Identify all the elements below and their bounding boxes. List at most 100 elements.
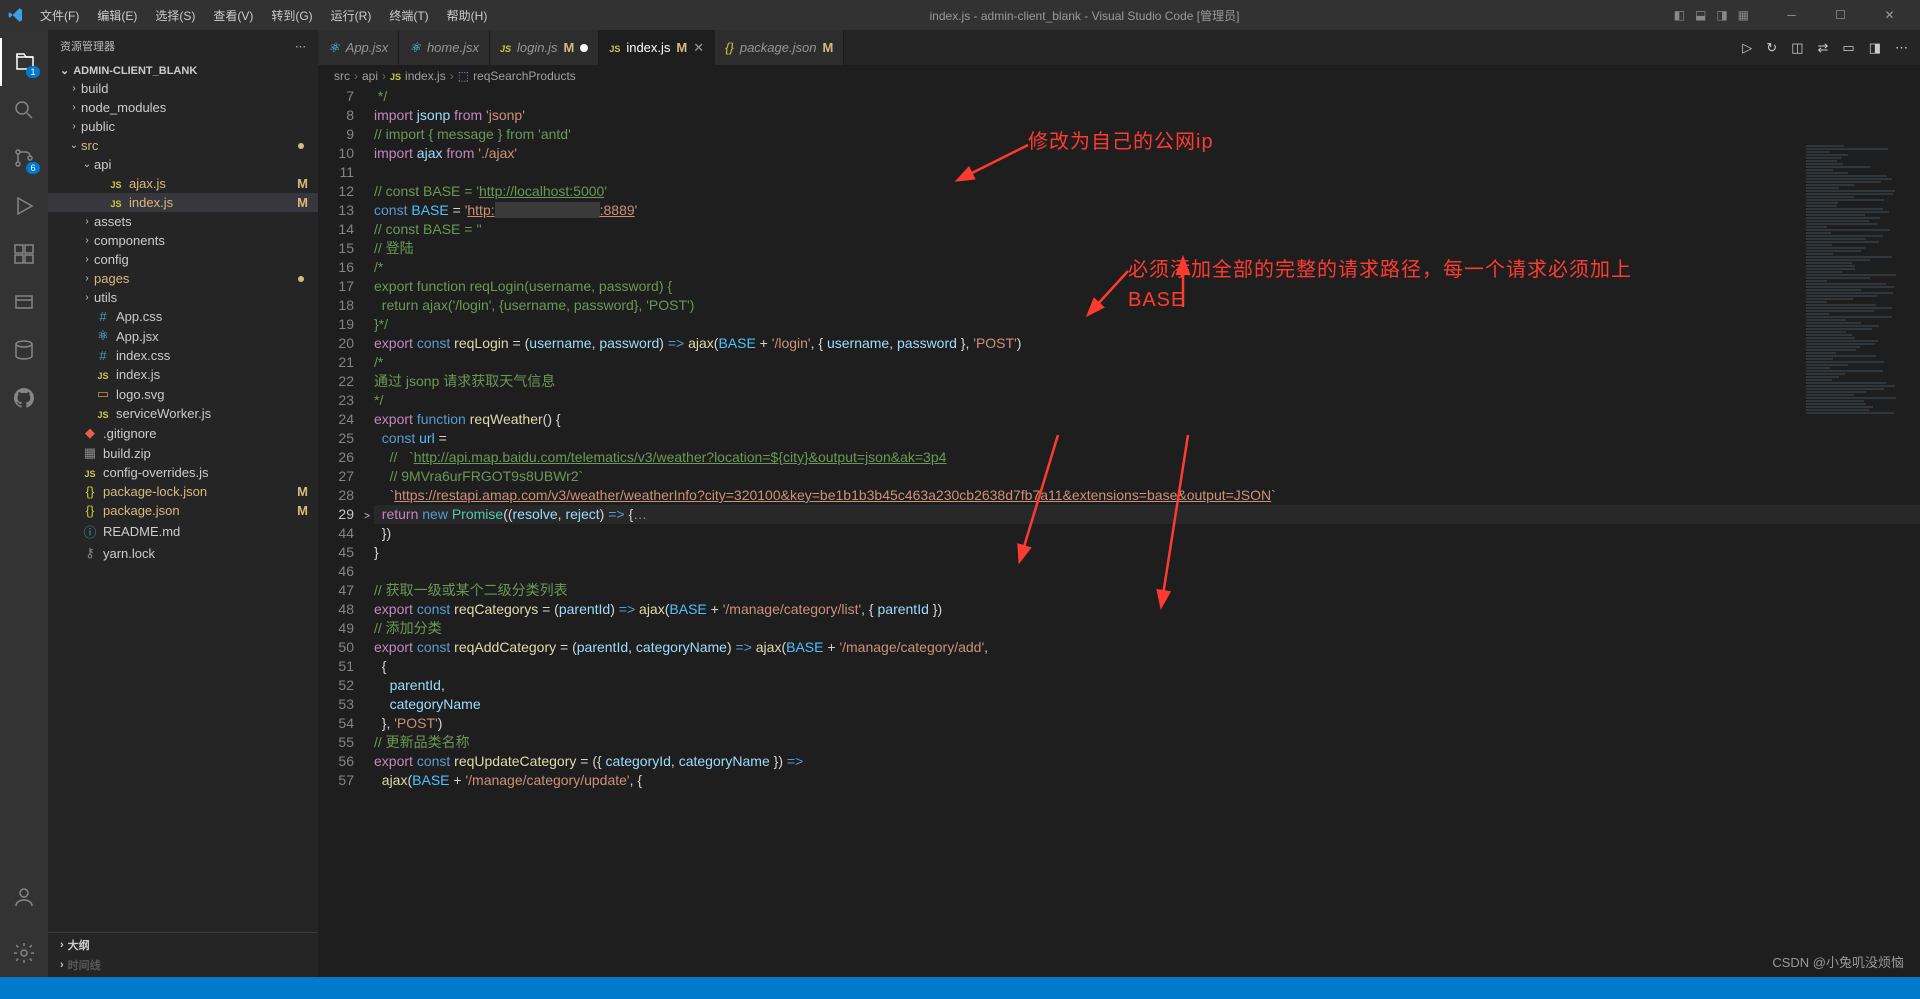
code-line[interactable]: 10import ajax from './ajax' [318,144,1920,163]
code-line[interactable]: 48export const reqCategorys = (parentId)… [318,600,1920,619]
editor-tab[interactable]: JSindex.js M✕ [599,30,715,65]
code-line[interactable]: 9// import { message } from 'antd' [318,125,1920,144]
code-line[interactable]: 47// 获取一级或某个二级分类列表 [318,581,1920,600]
preview-icon[interactable]: ▭ [1842,40,1854,56]
more-icon[interactable]: ⋯ [295,40,306,53]
code-line[interactable]: 16/* [318,258,1920,277]
panel-bottom-icon[interactable]: ⬓ [1695,8,1706,22]
code-line[interactable]: 17export function reqLogin(username, pas… [318,277,1920,296]
file-item[interactable]: ▦build.zip [48,443,318,463]
outline-section[interactable]: › 大纲 [48,932,318,957]
account-icon[interactable] [0,873,48,921]
code-line[interactable]: 44 }) [318,524,1920,543]
menu-item[interactable]: 选择(S) [147,3,203,28]
code-line[interactable]: 19}*/ [318,315,1920,334]
panel-left-icon[interactable]: ◧ [1674,8,1685,22]
folder-item[interactable]: ›pages [48,269,318,288]
code-line[interactable]: 51 { [318,657,1920,676]
code-line[interactable]: 14// const BASE = '' [318,220,1920,239]
source-control-icon[interactable]: 6 [0,134,48,182]
search-icon[interactable] [0,86,48,134]
file-item[interactable]: #App.css [48,307,318,326]
file-item[interactable]: JSserviceWorker.js [48,404,318,423]
status-bar[interactable] [0,977,1920,999]
menu-item[interactable]: 帮助(H) [439,3,496,28]
menu-item[interactable]: 终端(T) [381,3,436,28]
folder-item[interactable]: ⌄src [48,136,318,155]
menu-item[interactable]: 运行(R) [323,3,380,28]
breadcrumb-item[interactable]: api [362,69,378,83]
file-item[interactable]: ⚷yarn.lock [48,543,318,563]
code-line[interactable]: 24export function reqWeather() { [318,410,1920,429]
menu-item[interactable]: 文件(F) [32,3,87,28]
folder-item[interactable]: ⌄api [48,155,318,174]
file-item[interactable]: ▭logo.svg [48,384,318,404]
breadcrumb-item[interactable]: src [334,69,350,83]
folder-item[interactable]: ›node_modules [48,98,318,117]
close-button[interactable]: ✕ [1867,0,1912,30]
file-item[interactable]: JSajax.jsM [48,174,318,193]
code-line[interactable]: 12// const BASE = 'http://localhost:5000… [318,182,1920,201]
diff-icon[interactable]: ⇄ [1818,40,1829,56]
explorer-icon[interactable]: 1 [0,38,48,86]
split-icon[interactable]: ◫ [1791,40,1803,56]
layout-icon[interactable]: ▦ [1738,8,1749,22]
folder-item[interactable]: ›utils [48,288,318,307]
code-line[interactable]: 53 categoryName [318,695,1920,714]
file-item[interactable]: ◆.gitignore [48,423,318,443]
breadcrumb[interactable]: src›api›JS index.js›⬚ reqSearchProducts [318,65,1920,87]
editor-tab[interactable]: {}package.json M [715,30,844,65]
split-right-icon[interactable]: ◨ [1869,40,1881,56]
github-icon[interactable] [0,374,48,422]
code-line[interactable]: 7 */ [318,87,1920,106]
more-icon[interactable]: ⋯ [1895,40,1908,56]
folder-item[interactable]: ›config [48,250,318,269]
code-line[interactable]: 13const BASE = 'http:xxxxxxxxxxxxxxx:888… [318,201,1920,220]
editor-tab[interactable]: ⚛App.jsx [318,30,399,65]
folder-item[interactable]: ›public [48,117,318,136]
code-line[interactable]: 28 `https://restapi.amap.com/v3/weather/… [318,486,1920,505]
code-line[interactable]: 54 }, 'POST') [318,714,1920,733]
code-line[interactable]: 52 parentId, [318,676,1920,695]
run-debug-icon[interactable] [0,182,48,230]
code-line[interactable]: >29 return new Promise((resolve, reject)… [318,505,1920,524]
code-line[interactable]: 25 const url = [318,429,1920,448]
code-line[interactable]: 26 // `http://api.map.baidu.com/telemati… [318,448,1920,467]
code-line[interactable]: 49// 添加分类 [318,619,1920,638]
breadcrumb-item[interactable]: reqSearchProducts [473,69,576,83]
folder-item[interactable]: ›components [48,231,318,250]
project-name[interactable]: ⌄ ADMIN-CLIENT_BLANK [48,62,318,79]
file-item[interactable]: JSindex.jsM [48,193,318,212]
code-line[interactable]: 50export const reqAddCategory = (parentI… [318,638,1920,657]
code-line[interactable]: 56export const reqUpdateCategory = ({ ca… [318,752,1920,771]
editor-tab[interactable]: ⚛home.jsx [399,30,490,65]
code-line[interactable]: 55// 更新品类名称 [318,733,1920,752]
run-icon[interactable]: ▷ [1742,40,1752,56]
refresh-icon[interactable]: ↻ [1766,40,1777,56]
file-item[interactable]: {}package.jsonM [48,501,318,520]
breadcrumb-item[interactable]: index.js [405,69,446,83]
code-line[interactable]: 27 // 9MVra6urFRGOT9s8UBWr2` [318,467,1920,486]
editor-tab[interactable]: JSlogin.js M [490,30,599,65]
code-editor[interactable]: 7 */8import jsonp from 'jsonp'9// import… [318,87,1920,977]
code-line[interactable]: 22通过 jsonp 请求获取天气信息 [318,372,1920,391]
extensions-icon[interactable] [0,230,48,278]
file-item[interactable]: {}package-lock.jsonM [48,482,318,501]
folder-item[interactable]: ›build [48,79,318,98]
code-line[interactable]: 57 ajax(BASE + '/manage/category/update'… [318,771,1920,790]
minimize-button[interactable]: ─ [1769,0,1814,30]
code-line[interactable]: 45} [318,543,1920,562]
menu-item[interactable]: 转到(G) [263,3,320,28]
file-item[interactable]: JSindex.js [48,365,318,384]
settings-gear-icon[interactable] [0,929,48,977]
code-line[interactable]: 15// 登陆 [318,239,1920,258]
layout-controls[interactable]: ◧ ⬓ ◨ ▦ [1674,8,1749,22]
file-item[interactable]: ⓘREADME.md [48,520,318,543]
menu-item[interactable]: 查看(V) [205,3,261,28]
menu-item[interactable]: 编辑(E) [89,3,145,28]
code-line[interactable]: 18 return ajax('/login', {username, pass… [318,296,1920,315]
database-icon[interactable] [0,326,48,374]
code-line[interactable]: 46 [318,562,1920,581]
panel-right-icon[interactable]: ◨ [1716,8,1727,22]
files-icon[interactable] [0,278,48,326]
